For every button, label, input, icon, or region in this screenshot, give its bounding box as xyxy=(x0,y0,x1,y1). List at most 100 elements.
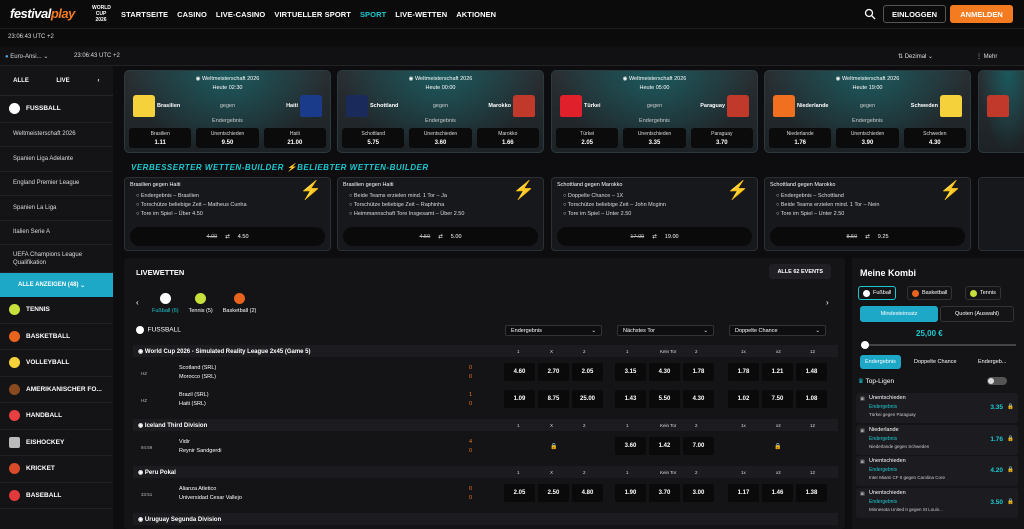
slider-handle[interactable] xyxy=(861,341,869,349)
home-team[interactable]: Scotland (SRL) xyxy=(179,365,216,371)
odds-button[interactable]: Unentschieden 3.35 xyxy=(623,128,686,148)
odds-button[interactable]: 1.08 xyxy=(796,390,827,408)
odds-button[interactable]: 1.42 xyxy=(649,437,680,455)
decimal-select[interactable]: ⇅ Dezimal ⌄ xyxy=(898,53,933,60)
tab-all[interactable]: ALLE xyxy=(0,78,42,84)
odds-button[interactable]: Haiti 21.00 xyxy=(263,128,326,148)
away-team[interactable]: Haiti (SRL) xyxy=(179,401,206,407)
sidebar-league[interactable]: UEFA Champions League Qualifikation xyxy=(0,245,113,273)
odds-button[interactable]: Türkei 2.05 xyxy=(556,128,619,148)
bet-builder-card[interactable]: Schottland gegen Marokko ○ Doppelte Chanc… xyxy=(551,177,758,251)
odds-button[interactable]: 8.75 xyxy=(538,390,569,408)
kombi-selection[interactable]: ▣ Unentschieden Endergebnis Minnesota Unite… xyxy=(856,487,1018,518)
search-icon[interactable] xyxy=(864,8,876,20)
kombi-selection[interactable]: ▣ Niederlande Endergebnis Niederlande gegen… xyxy=(856,424,1018,455)
market-tab-more[interactable]: Endergeb... xyxy=(974,355,1010,369)
odds-button[interactable]: Unentschieden 9.50 xyxy=(196,128,259,148)
nav-aktionen[interactable]: AKTIONEN xyxy=(456,10,496,19)
odds-button[interactable]: 25.00 xyxy=(572,390,603,408)
sidebar-sport-fussball[interactable]: FUSSBALL xyxy=(0,96,113,123)
odds-button[interactable]: 4.30 xyxy=(649,363,680,381)
login-button[interactable]: EINLOGGEN xyxy=(883,5,946,23)
sidebar-league[interactable]: Weltmeisterschaft 2026 xyxy=(0,123,113,147)
market-select-3[interactable]: Doppelte Chance ⌄ xyxy=(729,325,826,336)
kombi-tennis-pill[interactable]: Tennis xyxy=(965,286,1001,300)
sidebar-sport[interactable]: AMERIKANISCHER FO... xyxy=(0,377,113,403)
collapse-icon[interactable]: ‹ xyxy=(84,78,113,84)
odds-button[interactable]: 2.05 xyxy=(504,484,535,502)
odds-button[interactable]: 1.78 xyxy=(728,363,759,381)
tab-tennis[interactable]: Tennis (5) xyxy=(189,293,213,314)
sidebar-league[interactable]: England Premier League xyxy=(0,172,113,196)
odds-button[interactable]: 1.48 xyxy=(796,363,827,381)
kombi-selection[interactable]: ▣ Unentschieden Endergebnis Inter Miami CF … xyxy=(856,456,1018,486)
odds-button[interactable]: Brasilien 1.11 xyxy=(129,128,192,148)
show-all-button[interactable]: ALLE ANZEIGEN (48) ⌄ xyxy=(0,273,113,297)
odds-button[interactable]: 4.30 xyxy=(683,390,714,408)
market-tab-endergebnis[interactable]: Endergebnis xyxy=(860,355,901,369)
builder-odds-button[interactable]: 8.50 ⇄ 9.25 xyxy=(770,227,965,246)
odds-button[interactable]: Schottland 5.75 xyxy=(342,128,405,148)
odds-button[interactable]: 4.60 xyxy=(504,363,535,381)
league-header[interactable]: ◉ Peru Pokal xyxy=(133,466,838,478)
odds-button[interactable]: 1.21 xyxy=(762,363,793,381)
odds-button[interactable]: Marokko 1.66 xyxy=(476,128,539,148)
odds-button[interactable]: 1.43 xyxy=(615,390,646,408)
odds-button[interactable]: 2.05 xyxy=(572,363,603,381)
league-header[interactable]: ◉ Iceland Third Division xyxy=(133,419,838,431)
nav-virtual-sport[interactable]: VIRTUELLER SPORT xyxy=(274,10,351,19)
sidebar-sport[interactable]: KRICKET xyxy=(0,456,113,483)
sidebar-league[interactable]: Italien Serie A xyxy=(0,221,113,245)
builder-odds-button[interactable]: 4.50 ⇄ 5.00 xyxy=(343,227,538,246)
featured-match-card[interactable] xyxy=(978,70,1024,153)
home-team[interactable]: Brazil (SRL) xyxy=(179,392,209,398)
market-select-2[interactable]: Nächstes Tor ⌄ xyxy=(617,325,714,336)
featured-match-card[interactable]: ◉ Weltmeisterschaft 2026 Heute 00:00 Schot… xyxy=(337,70,544,153)
odds-button[interactable]: 5.50 xyxy=(649,390,680,408)
sidebar-league[interactable]: Spanien Liga Adelante xyxy=(0,147,113,172)
brand-logo[interactable]: festivalplay xyxy=(10,6,75,22)
odds-button[interactable]: 3.00 xyxy=(683,484,714,502)
bet-builder-card[interactable]: Brasilien gegen Haiti ○ Beide Teams erzie… xyxy=(337,177,544,251)
nav-sport[interactable]: SPORT xyxy=(360,10,386,19)
odds-button[interactable]: 3.15 xyxy=(615,363,646,381)
market-tab-double-chance[interactable]: Doppelte Chance xyxy=(910,355,961,369)
next-arrow-icon[interactable]: › xyxy=(826,298,829,307)
home-team[interactable]: Alianza Atletico xyxy=(179,486,216,492)
nav-startseite[interactable]: STARTSEITE xyxy=(121,10,168,19)
odds-button[interactable]: Unentschieden 3.60 xyxy=(409,128,472,148)
odds-button[interactable]: Paraguay 3.70 xyxy=(690,128,753,148)
odds-button[interactable]: 3.70 xyxy=(649,484,680,502)
all-events-button[interactable]: ALLE 62 EVENTS xyxy=(769,264,831,279)
market-select-1[interactable]: Endergebnis ⌄ xyxy=(505,325,602,336)
stake-slider[interactable] xyxy=(861,341,1016,349)
odds-button[interactable]: 4.80 xyxy=(572,484,603,502)
away-team[interactable]: Reynir Sandgerdi xyxy=(179,448,222,454)
sidebar-sport[interactable]: TENNIS xyxy=(0,297,113,324)
sidebar-sport[interactable]: VOLLEYBALL xyxy=(0,350,113,377)
bet-builder-card[interactable]: Schottland gegen Marokko ○ Endergebnis – … xyxy=(764,177,971,251)
odds-button[interactable]: 7.50 xyxy=(762,390,793,408)
home-team[interactable]: Vidir xyxy=(179,439,190,445)
odds-button[interactable]: 1.38 xyxy=(796,484,827,502)
odds-button[interactable]: 1.90 xyxy=(615,484,646,502)
featured-match-card[interactable]: ◉ Weltmeisterschaft 2026 Heute 05:00 Türke… xyxy=(551,70,758,153)
builder-odds-button[interactable]: 17.00 ⇄ 19.00 xyxy=(557,227,752,246)
featured-match-card[interactable]: ◉ Weltmeisterschaft 2026 Heute 02:30 Brasi… xyxy=(124,70,331,153)
bet-builder-card[interactable] xyxy=(978,177,1024,251)
tab-min-stake[interactable]: Mindesteinsatz xyxy=(860,306,938,322)
sidebar-sport[interactable]: BASKETBALL xyxy=(0,324,113,350)
odds-button[interactable]: 1.02 xyxy=(728,390,759,408)
odds-button[interactable]: 7.00 xyxy=(683,437,714,455)
away-team[interactable]: Universidad Cesar Vallejo xyxy=(179,495,242,501)
odds-button[interactable]: 1.78 xyxy=(683,363,714,381)
top-leagues-toggle[interactable] xyxy=(987,377,1007,385)
prev-arrow-icon[interactable]: ‹ xyxy=(136,298,139,307)
sidebar-league[interactable]: Spanien La Liga xyxy=(0,196,113,221)
kombi-basketball-pill[interactable]: Basketball xyxy=(907,286,953,300)
odds-button[interactable]: 1.09 xyxy=(504,390,535,408)
odds-button[interactable]: 2.70 xyxy=(538,363,569,381)
away-team[interactable]: Morocco (SRL) xyxy=(179,374,216,380)
league-header[interactable]: ◉ World Cup 2026 - Simulated Reality Lea… xyxy=(133,345,838,357)
tab-live[interactable]: LIVE xyxy=(42,78,84,84)
